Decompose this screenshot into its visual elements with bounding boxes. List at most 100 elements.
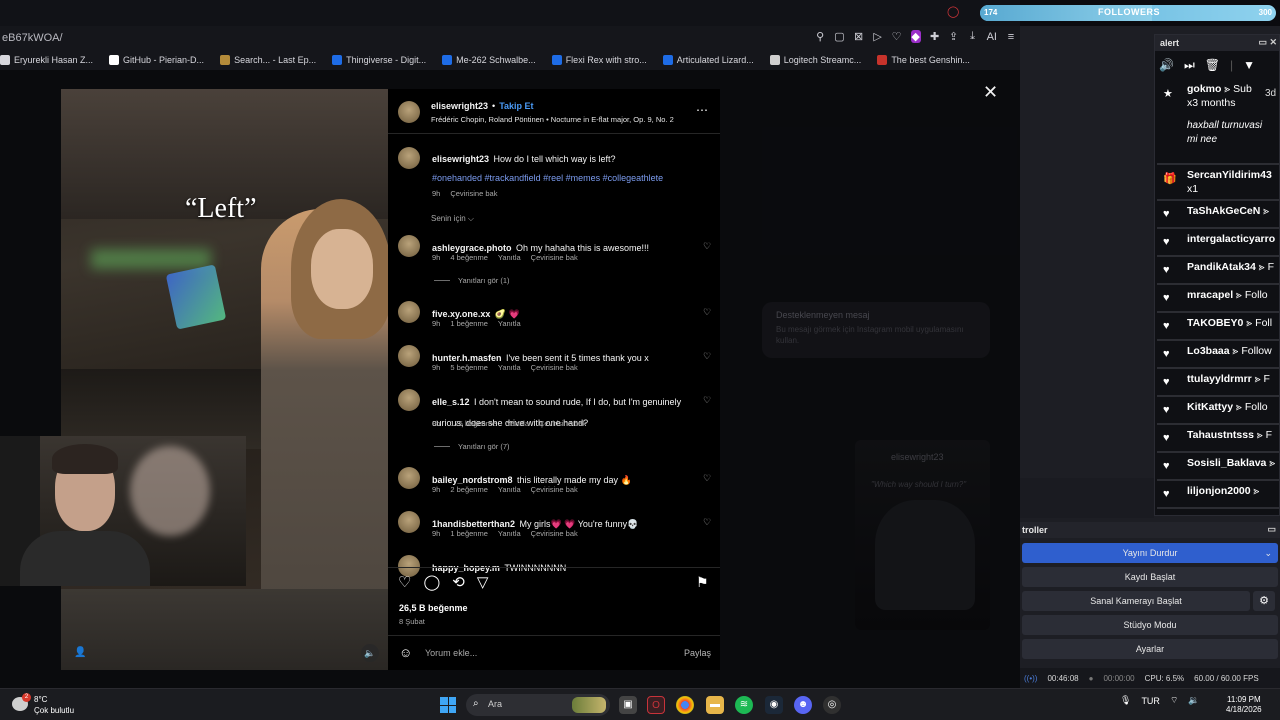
repost-icon[interactable]: ⟲ bbox=[452, 573, 465, 591]
comment-username[interactable]: happy_hopey.m bbox=[432, 563, 500, 573]
comment-avatar[interactable] bbox=[398, 345, 420, 367]
settings-button[interactable]: Ayarlar bbox=[1022, 639, 1278, 659]
chrome-icon[interactable] bbox=[676, 696, 694, 714]
audio-track[interactable]: Frédéric Chopin, Roland Pöntinen • Noctu… bbox=[431, 115, 686, 124]
alert-item[interactable]: ♥ TaShAkGeCeN ⪢ bbox=[1157, 201, 1279, 229]
alert-item[interactable]: ★ gokmo ⪢ Sub x3 months haxball turnuvasi m… bbox=[1157, 79, 1279, 165]
share-icon[interactable]: ⇪ bbox=[949, 30, 959, 43]
bookmark-item[interactable]: Logitech Streamc... bbox=[769, 55, 861, 65]
send-icon[interactable]: ▽ bbox=[477, 573, 489, 591]
author-avatar[interactable] bbox=[398, 101, 420, 123]
discord-icon[interactable]: ☻ bbox=[794, 696, 812, 714]
comment-likes[interactable]: 2 beğenme bbox=[450, 485, 488, 494]
comment-like-icon[interactable]: ♡ bbox=[703, 517, 711, 528]
alert-item[interactable]: ♥ Tahaustntsss ⪢ F bbox=[1157, 425, 1279, 453]
comment-like-icon[interactable]: ♡ bbox=[703, 395, 711, 406]
caption-translate[interactable]: Çevirisine bak bbox=[450, 189, 497, 198]
start-record-button[interactable]: Kaydı Başlat bbox=[1022, 567, 1278, 587]
comment-avatar[interactable] bbox=[398, 389, 420, 411]
alert-item[interactable]: ♥ mracapel ⪢ Follo bbox=[1157, 285, 1279, 313]
caption-avatar[interactable] bbox=[398, 147, 420, 169]
filter-icon[interactable]: ▼ bbox=[1243, 58, 1255, 72]
comment-likes[interactable]: 1 beğenme bbox=[450, 529, 488, 538]
like-icon[interactable]: ♡ bbox=[398, 573, 411, 591]
share-comment-button[interactable]: Paylaş bbox=[684, 648, 711, 658]
virtual-camera-button[interactable]: Sanal Kamerayı Başlat bbox=[1022, 591, 1250, 611]
comment-reply[interactable]: Yanıtla bbox=[498, 319, 521, 328]
close-icon[interactable]: ✕ bbox=[983, 82, 998, 103]
bookmark-item[interactable]: Eryurekli Hasan Z... bbox=[0, 55, 93, 65]
caption-hashtags[interactable]: #onehanded #trackandfield #reel #memes #… bbox=[432, 173, 663, 183]
more-options-icon[interactable]: ⋯ bbox=[696, 103, 708, 117]
speaker-icon[interactable]: 🔉 bbox=[1188, 695, 1199, 706]
stop-stream-button[interactable]: Yayını Durdur ⌄ bbox=[1022, 543, 1278, 563]
dock-float-icon[interactable]: ▭ bbox=[1267, 524, 1276, 535]
ai-icon[interactable]: AI bbox=[987, 31, 997, 43]
spotify-icon[interactable]: ≋ bbox=[735, 696, 753, 714]
address-bar[interactable]: eB67kWOA/ ⚲ ▢ ⊠ ▷ ♡ ◆ ✚ ⇪ ⤓ AI ≡ bbox=[0, 26, 1020, 50]
comment-translate[interactable]: Çevirisine bak bbox=[531, 363, 578, 372]
alert-item[interactable]: ♥ ttulayyldrmrr ⪢ F bbox=[1157, 369, 1279, 397]
comment-like-icon[interactable]: ♡ bbox=[703, 473, 711, 484]
save-icon[interactable]: ⊠ bbox=[854, 30, 864, 43]
url-text[interactable]: eB67kWOA/ bbox=[2, 32, 63, 44]
trash-icon[interactable]: 🗑 bbox=[1205, 58, 1220, 72]
bookmark-item[interactable]: Thingiverse - Digit... bbox=[332, 55, 426, 65]
steam-icon[interactable]: ◉ bbox=[765, 696, 783, 714]
view-replies-button[interactable]: Yanıtları gör (7) bbox=[434, 442, 510, 451]
comment-username[interactable]: bailey_nordstrom8 bbox=[432, 475, 513, 485]
wifi-icon[interactable]: ⌔ bbox=[1170, 695, 1178, 706]
save-post-icon[interactable]: ⚑ bbox=[696, 574, 709, 591]
comment-reply[interactable]: Yanıtla bbox=[498, 529, 521, 538]
volume-icon[interactable]: 🔊 bbox=[1159, 58, 1174, 72]
comment-sort-dropdown[interactable]: Senin için ⌵ bbox=[431, 214, 474, 224]
play-icon[interactable]: ▷ bbox=[873, 30, 883, 43]
like-count[interactable]: 26,5 B beğenme bbox=[399, 603, 468, 613]
download-icon[interactable]: ⤓ bbox=[968, 30, 978, 43]
lang-indicator[interactable]: TUR bbox=[1141, 696, 1160, 706]
comment-input[interactable]: Yorum ekle... bbox=[425, 648, 477, 658]
alert-item[interactable]: ♥ Sosisli_Baklava ⪢ bbox=[1157, 453, 1279, 481]
comment-translate[interactable]: Çevirisine bak bbox=[531, 529, 578, 538]
comment-translate[interactable]: Çevirisine bak bbox=[539, 419, 586, 428]
alert-item[interactable]: 🎁 SercanYildirim43 x1 bbox=[1157, 165, 1279, 201]
bookmark-item[interactable]: Articulated Lizard... bbox=[662, 55, 754, 65]
extension-icon[interactable]: ◆ bbox=[910, 30, 921, 43]
alert-item[interactable]: ♥ TAKOBEY0 ⪢ Foll bbox=[1157, 313, 1279, 341]
bookmark-item[interactable]: The best Genshin... bbox=[877, 55, 970, 65]
comment-reply[interactable]: Yanıtla bbox=[498, 253, 521, 262]
bookmark-item[interactable]: Flexi Rex with stro... bbox=[551, 55, 647, 65]
comment-reply[interactable]: Yanıtla bbox=[498, 485, 521, 494]
file-explorer-icon[interactable]: ▬ bbox=[706, 696, 724, 714]
bookmark-icon[interactable]: ⚲ bbox=[815, 30, 825, 43]
follow-button[interactable]: Takip Et bbox=[499, 101, 533, 111]
comment-avatar[interactable] bbox=[398, 467, 420, 489]
emoji-icon[interactable]: ☺ bbox=[399, 645, 412, 660]
alert-item[interactable]: ♥ intergalacticyarro bbox=[1157, 229, 1279, 257]
volume-icon[interactable]: 🔈 bbox=[361, 644, 379, 662]
opera-icon[interactable]: O bbox=[647, 696, 665, 714]
alert-item[interactable]: ♥ KitKattyy ⪢ Follo bbox=[1157, 397, 1279, 425]
screenshot-icon[interactable]: ▢ bbox=[834, 30, 844, 43]
comment-avatar[interactable] bbox=[398, 235, 420, 257]
author-username[interactable]: elisewright23 bbox=[431, 101, 488, 111]
comment-username[interactable]: hunter.h.masfen bbox=[432, 353, 502, 363]
bookmark-item[interactable]: Me-262 Schwalbe... bbox=[442, 55, 536, 65]
alert-item[interactable]: ♥ liljonjon2000 ⪢ bbox=[1157, 481, 1279, 509]
comment-likes[interactable]: 1 beğenme bbox=[450, 319, 488, 328]
comment-likes[interactable]: 4 beğenme bbox=[450, 253, 488, 262]
comment-likes[interactable]: 5 beğenme bbox=[450, 363, 488, 372]
alert-item[interactable]: ♥ PandikAtak34 ⪢ F bbox=[1157, 257, 1279, 285]
heart-icon[interactable]: ♡ bbox=[892, 30, 902, 43]
view-replies-button[interactable]: Yanıtları gör (1) bbox=[434, 276, 510, 285]
caption-username[interactable]: elisewright23 bbox=[432, 154, 489, 164]
dock-buttons[interactable]: ▭ ✕ bbox=[1258, 37, 1277, 48]
obs-icon[interactable]: ◎ bbox=[823, 696, 841, 714]
alert-item[interactable]: ♥ Lo3baaa ⪢ Follow bbox=[1157, 341, 1279, 369]
task-view-icon[interactable]: ▣ bbox=[619, 696, 637, 714]
taskbar-clock[interactable]: 11:09 PM 4/18/2026 bbox=[1226, 695, 1262, 716]
chevron-down-icon[interactable]: ⌄ bbox=[1264, 543, 1272, 563]
comment-reply[interactable]: Yanıtla bbox=[498, 363, 521, 372]
menu-icon[interactable]: ≡ bbox=[1006, 31, 1016, 43]
comment-username[interactable]: ashleygrace.photo bbox=[432, 243, 512, 253]
